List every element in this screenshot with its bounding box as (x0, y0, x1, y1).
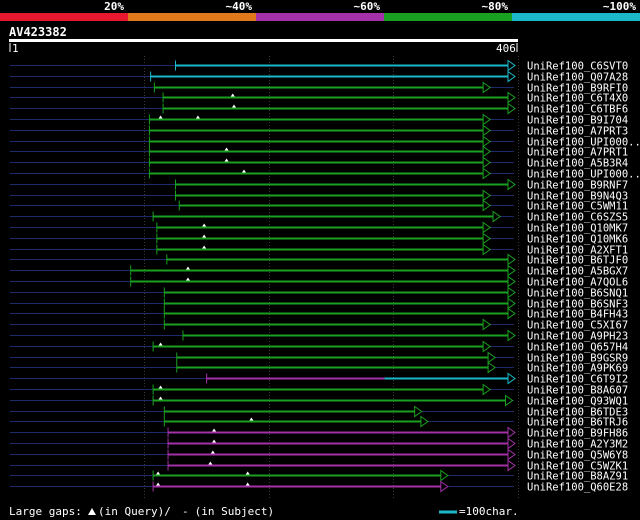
hit-arrow-icon (507, 426, 516, 439)
hit-arrow-icon (492, 210, 501, 223)
scale-label: ~100% (603, 0, 636, 13)
query-gap-marker-icon (158, 396, 163, 400)
hit-row[interactable]: UniRef100_Q60E28 (10, 480, 628, 494)
hit-arrow-icon (507, 264, 516, 277)
hit-list: UniRef100_C6SVT0UniRef100_Q07A28UniRef10… (10, 59, 640, 494)
hit-arrow-icon (507, 286, 516, 299)
query-gap-marker-icon (202, 223, 207, 227)
query-gap-marker-icon (156, 471, 161, 475)
query-gap-marker-icon (210, 450, 215, 454)
scale-label: ~40% (226, 0, 253, 13)
hit-arrow-icon (507, 59, 516, 72)
footer-legend: Large gaps: (in Query)/ - (in Subject) =… (9, 505, 519, 518)
hit-arrow-icon (507, 329, 516, 342)
hit-arrow-icon (507, 459, 516, 472)
hit-arrow-icon (507, 307, 516, 320)
hit-arrow-icon (507, 102, 516, 115)
query-gap-marker-icon (232, 104, 236, 108)
hit-arrow-icon (482, 113, 491, 126)
hit-arrow-icon (482, 156, 491, 169)
query-end-label: 406 (496, 42, 516, 55)
query-gap-marker-icon (212, 439, 217, 443)
hit-arrow-icon (507, 437, 516, 450)
hit-arrow-icon (482, 318, 491, 331)
hit-arrow-icon (482, 243, 491, 256)
hit-arrow-icon (505, 394, 514, 407)
hit-arrow-icon (507, 448, 516, 461)
hit-arrow-icon (482, 340, 491, 353)
hit-arrow-icon (482, 167, 491, 180)
hit-arrow-icon (420, 415, 429, 428)
query-gap-marker-icon (230, 93, 235, 97)
query-id: AV423382 (9, 25, 67, 39)
query-gap-marker-icon (224, 147, 229, 151)
hit-arrow-icon (507, 275, 516, 288)
query-gap-marker-icon (249, 417, 254, 421)
scale-segment-cyan (512, 13, 640, 21)
hit-arrow-icon (440, 469, 449, 482)
query-gap-marker-icon (245, 471, 250, 475)
query-gap-marker-icon (158, 342, 163, 346)
hit-arrow-icon (482, 124, 491, 137)
in-subject-label: (in Subject) (188, 505, 274, 518)
query-gap-marker-icon (224, 158, 229, 162)
scale-label: 20% (104, 0, 124, 13)
query-bar (9, 39, 518, 42)
scale-segment-purple (256, 13, 384, 21)
alignment-canvas: 20% ~40% ~60% ~80% ~100% AV423382 1 406 UniR… (0, 0, 640, 518)
hit-arrow-icon (507, 70, 516, 83)
query-gap-marker-icon (158, 385, 163, 389)
hit-arrow-icon (440, 480, 449, 493)
query-gap-marker-icon (156, 482, 161, 486)
hit-arrow-icon (507, 91, 516, 104)
hit-name[interactable]: UniRef100_Q60E28 (527, 482, 628, 494)
scale-label: ~60% (354, 0, 381, 13)
query-start-label: 1 (12, 42, 19, 55)
identity-color-scale (0, 13, 640, 21)
hit-arrow-icon (482, 189, 491, 202)
query-gap-marker-icon (212, 428, 217, 432)
query-gap-marker-icon (158, 115, 163, 119)
large-gaps-label: Large gaps: (9, 505, 82, 518)
query-gap-marker-icon (88, 508, 96, 515)
hit-arrow-icon (487, 361, 496, 374)
hit-arrow-icon (487, 351, 496, 364)
query-gap-marker-icon (241, 169, 246, 173)
hit-arrow-icon (414, 405, 423, 418)
hit-arrow-icon (507, 253, 516, 266)
hit-arrow-icon (482, 232, 491, 245)
hit-arrow-icon (482, 221, 491, 234)
query-gap-marker-icon (185, 277, 190, 281)
query-gap-marker-icon (202, 245, 207, 249)
hit-arrow-icon (482, 199, 491, 212)
hit-arrow-icon (482, 145, 491, 158)
query-gap-marker-icon (208, 461, 213, 465)
hit-arrow-icon (482, 81, 491, 94)
query-ruler: 1 406 (9, 39, 518, 55)
query-gap-marker-icon (245, 482, 250, 486)
query-gap-marker-icon (202, 234, 207, 238)
hit-arrow-icon (482, 383, 491, 396)
scale-segment-red (0, 13, 128, 21)
hit-arrow-icon (482, 135, 491, 148)
hit-arrow-icon (507, 297, 516, 310)
query-gap-marker-icon (195, 115, 200, 119)
hit-arrow-icon (507, 372, 516, 385)
scale-label: ~80% (482, 0, 509, 13)
scale-segment-green (384, 13, 512, 21)
scale-segment-orange (128, 13, 256, 21)
query-gap-marker-icon (185, 266, 190, 270)
hit-arrow-icon (507, 178, 516, 191)
scale-label: =100char. (459, 505, 519, 518)
identity-scale-labels: 20% ~40% ~60% ~80% ~100% (104, 0, 636, 13)
in-query-label: (in Query)/ (98, 505, 171, 518)
